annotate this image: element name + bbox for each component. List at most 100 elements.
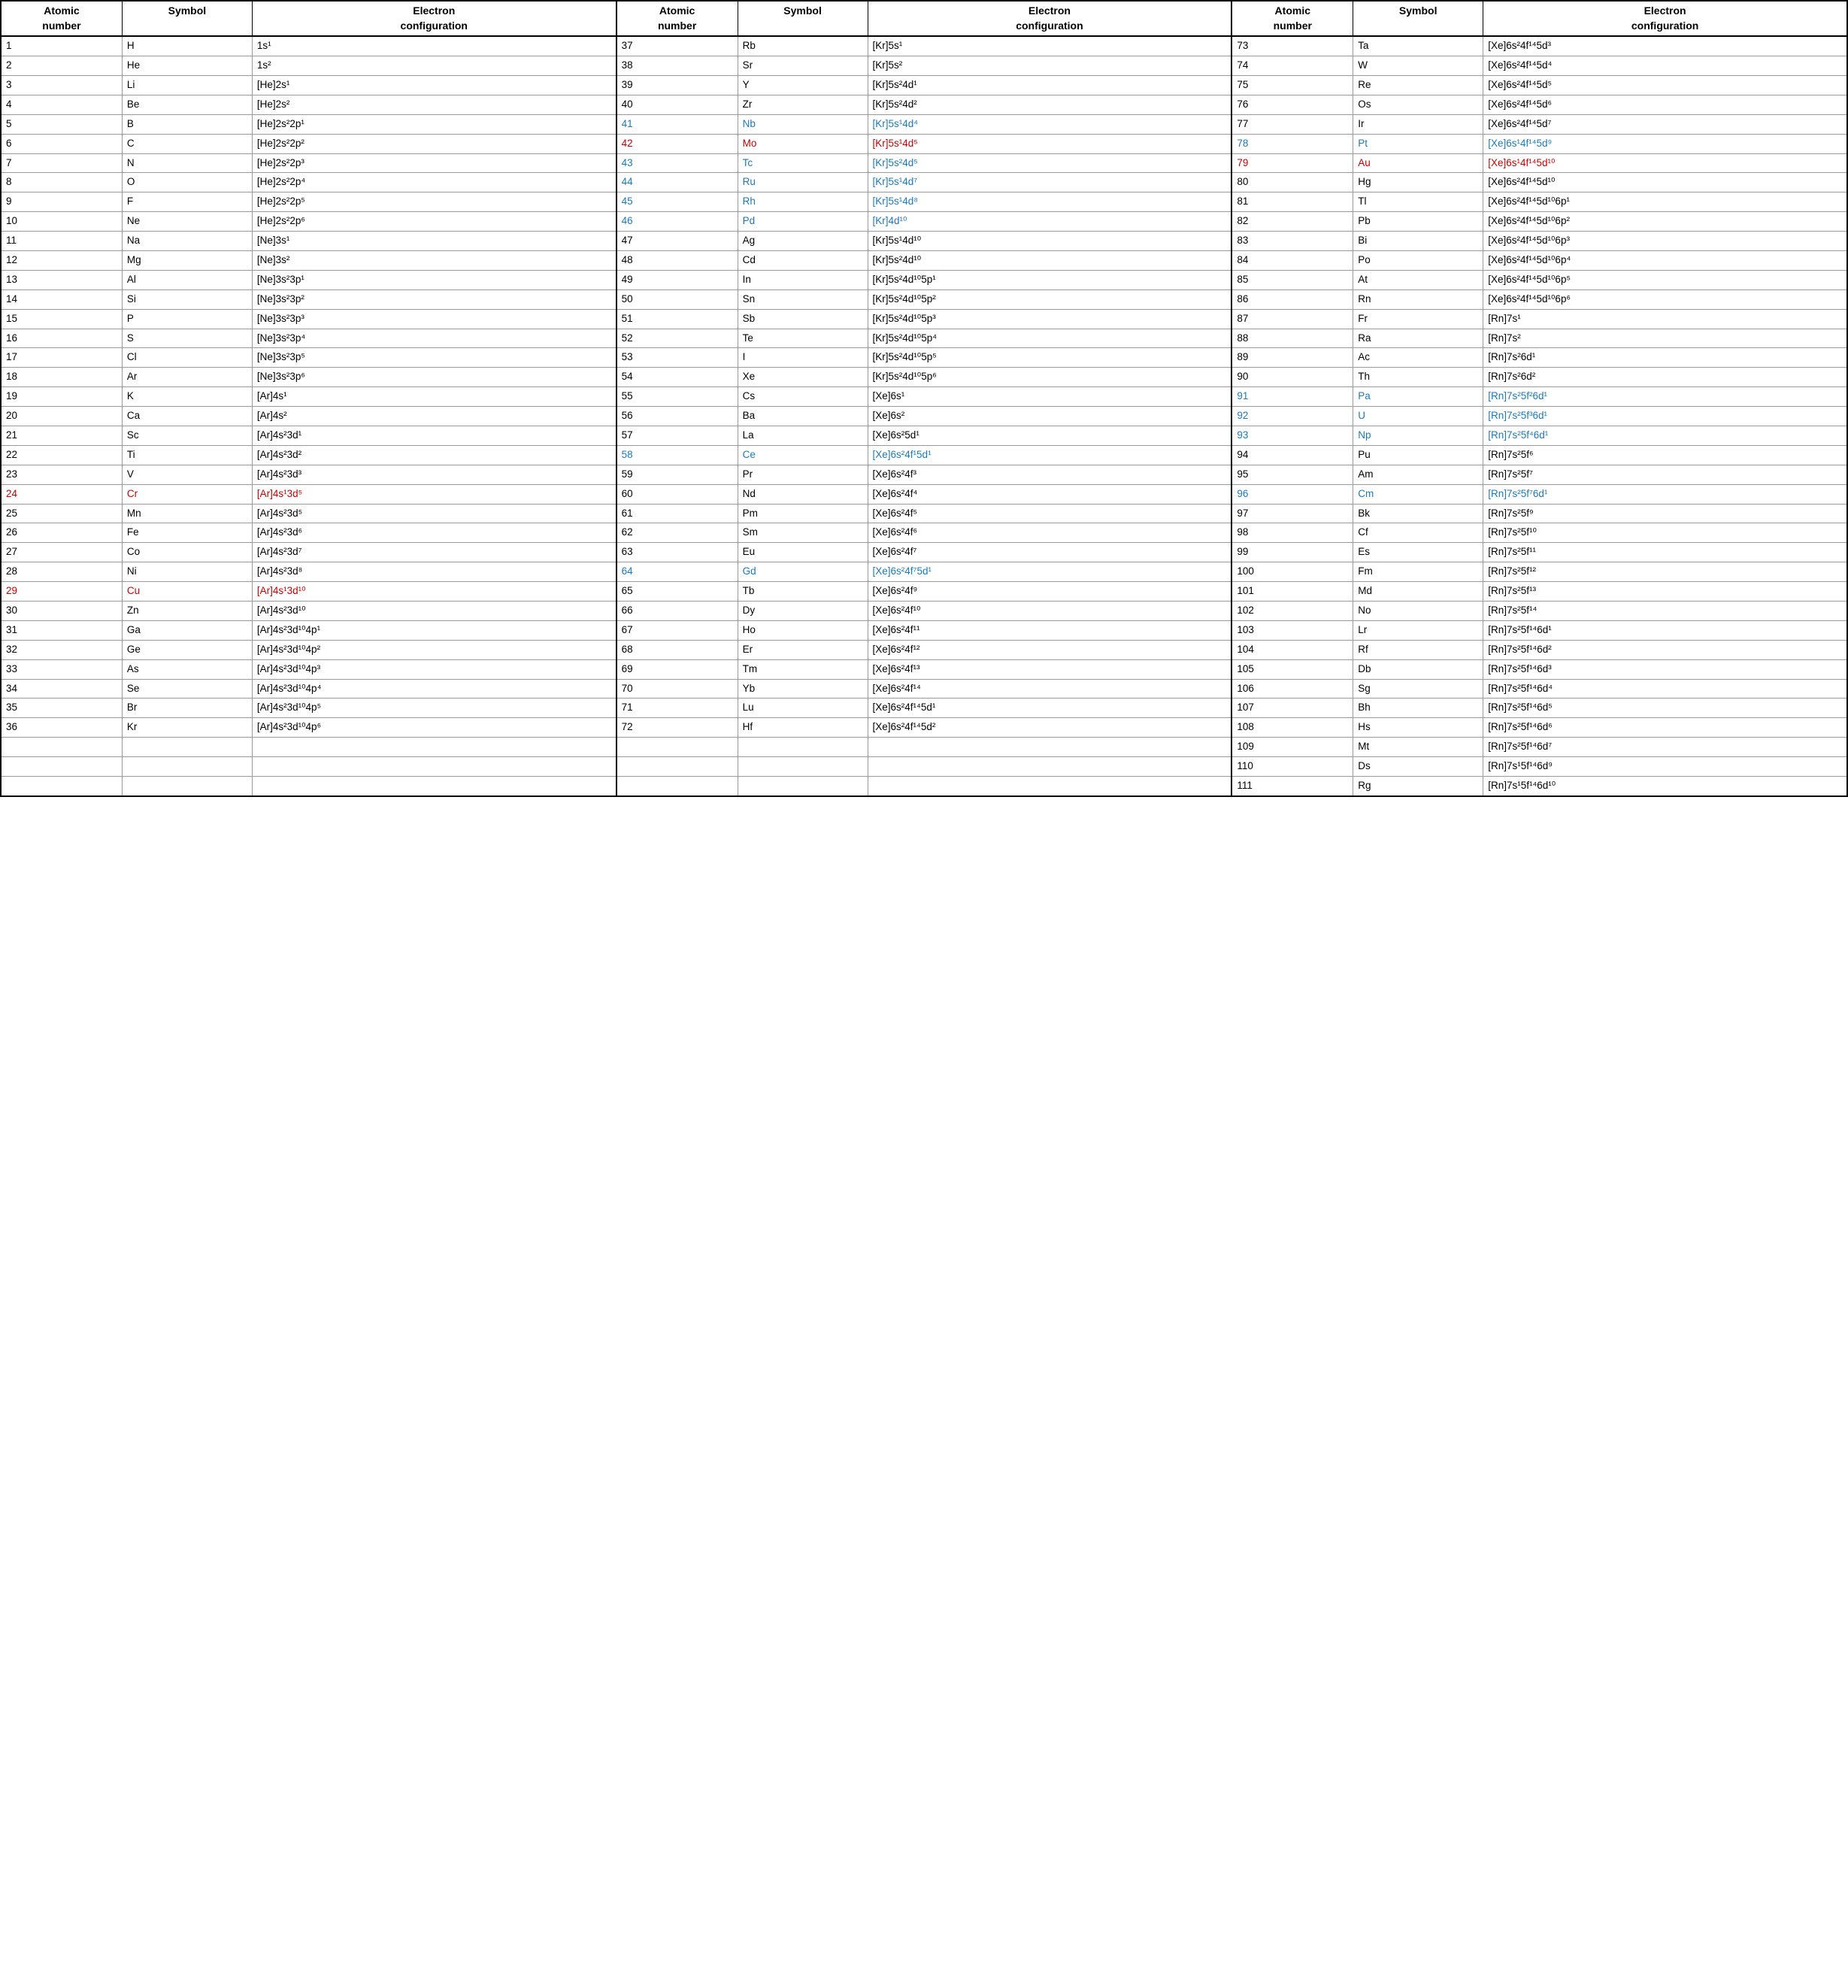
- symbol-3: Mt: [1353, 738, 1483, 757]
- atomic-num-2: 52: [617, 329, 738, 348]
- symbol-1: K: [122, 387, 252, 407]
- symbol-2: Pd: [738, 212, 868, 232]
- symbol-3: At: [1353, 270, 1483, 289]
- atomic-num-2: 63: [617, 543, 738, 562]
- atomic-num-2: 58: [617, 445, 738, 465]
- symbol-3: Lr: [1353, 620, 1483, 640]
- symbol-2: Tb: [738, 582, 868, 602]
- symbol-2: [738, 757, 868, 777]
- symbol-3: Po: [1353, 250, 1483, 270]
- conf-2: [Xe]6s²4f¹5d¹: [868, 445, 1231, 465]
- col-header-atomic-1: Atomicnumber: [1, 1, 122, 36]
- table-row: 34 Se [Ar]4s²3d¹⁰4p⁴ 70 Yb [Xe]6s²4f¹⁴ 1…: [1, 679, 1847, 699]
- conf-1: [Ar]4s²3d⁷: [252, 543, 616, 562]
- table-row: 3 Li [He]2s¹ 39 Y [Kr]5s²4d¹ 75 Re [Xe]6…: [1, 75, 1847, 95]
- atomic-num-1: 11: [1, 232, 122, 251]
- symbol-3: Os: [1353, 95, 1483, 114]
- table-row: 28 Ni [Ar]4s²3d⁸ 64 Gd [Xe]6s²4f⁷5d¹ 100…: [1, 562, 1847, 582]
- conf-1: [Ne]3s¹: [252, 232, 616, 251]
- symbol-1: P: [122, 309, 252, 329]
- conf-1: [Ar]4s²3d¹⁰4p⁴: [252, 679, 616, 699]
- atomic-num-2: 71: [617, 699, 738, 718]
- symbol-1: S: [122, 329, 252, 348]
- symbol-2: Ba: [738, 407, 868, 426]
- conf-2: [Xe]6s²4f¹¹: [868, 620, 1231, 640]
- symbol-3: Cm: [1353, 484, 1483, 504]
- atomic-num-3: 76: [1231, 95, 1353, 114]
- conf-1: [Ar]4s²3d⁶: [252, 523, 616, 543]
- atomic-num-3: 92: [1231, 407, 1353, 426]
- symbol-1: F: [122, 192, 252, 212]
- conf-3: [Rn]7s²5f¹⁰: [1483, 523, 1847, 543]
- conf-1: [252, 757, 616, 777]
- table-row: 2 He 1s² 38 Sr [Kr]5s² 74 W [Xe]6s²4f¹⁴5…: [1, 56, 1847, 76]
- conf-1: [He]2s²2p⁶: [252, 212, 616, 232]
- symbol-1: Co: [122, 543, 252, 562]
- atomic-num-3: 93: [1231, 426, 1353, 446]
- atomic-num-3: 82: [1231, 212, 1353, 232]
- atomic-num-3: 95: [1231, 465, 1353, 484]
- atomic-num-1: 28: [1, 562, 122, 582]
- conf-2: [Kr]5s²4d¹⁰: [868, 250, 1231, 270]
- symbol-1: Cl: [122, 348, 252, 368]
- atomic-num-1: 10: [1, 212, 122, 232]
- symbol-3: Es: [1353, 543, 1483, 562]
- atomic-num-1: 7: [1, 153, 122, 173]
- atomic-num-1: 33: [1, 659, 122, 679]
- conf-3: [Xe]6s²4f¹⁴5d⁵: [1483, 75, 1847, 95]
- atomic-num-3: 99: [1231, 543, 1353, 562]
- conf-1: [Ar]4s²3d⁸: [252, 562, 616, 582]
- conf-2: [Kr]5s¹4d⁴: [868, 114, 1231, 134]
- symbol-2: Mo: [738, 134, 868, 153]
- conf-2: [Kr]5s²4d¹⁰5p⁶: [868, 368, 1231, 387]
- atomic-num-3: 102: [1231, 602, 1353, 621]
- symbol-3: No: [1353, 602, 1483, 621]
- conf-1: [Ne]3s²: [252, 250, 616, 270]
- symbol-3: Pt: [1353, 134, 1483, 153]
- conf-3: [Rn]7s²5f¹⁴6d¹: [1483, 620, 1847, 640]
- atomic-num-2: [617, 757, 738, 777]
- table-row: 110 Ds [Rn]7s¹5f¹⁴6d⁹: [1, 757, 1847, 777]
- conf-3: [Rn]7s²5f¹⁴: [1483, 602, 1847, 621]
- table-row: 109 Mt [Rn]7s²5f¹⁴6d⁷: [1, 738, 1847, 757]
- atomic-num-3: 74: [1231, 56, 1353, 76]
- conf-3: [Xe]6s²4f¹⁴5d⁴: [1483, 56, 1847, 76]
- table-row: 14 Si [Ne]3s²3p² 50 Sn [Kr]5s²4d¹⁰5p² 86…: [1, 289, 1847, 309]
- symbol-3: Hg: [1353, 173, 1483, 192]
- atomic-num-1: 23: [1, 465, 122, 484]
- symbol-2: Eu: [738, 543, 868, 562]
- atomic-num-2: 61: [617, 504, 738, 523]
- conf-1: [Ar]4s¹: [252, 387, 616, 407]
- symbol-2: Yb: [738, 679, 868, 699]
- symbol-1: Li: [122, 75, 252, 95]
- conf-1: [Ne]3s²3p⁵: [252, 348, 616, 368]
- atomic-num-2: 48: [617, 250, 738, 270]
- symbol-1: Cr: [122, 484, 252, 504]
- conf-2: [Kr]5s¹: [868, 36, 1231, 56]
- conf-3: [Rn]7s²5f²6d¹: [1483, 387, 1847, 407]
- atomic-num-1: 2: [1, 56, 122, 76]
- conf-1: 1s¹: [252, 36, 616, 56]
- atomic-num-2: 54: [617, 368, 738, 387]
- atomic-num-2: 62: [617, 523, 738, 543]
- conf-2: [Kr]5s²4d¹⁰5p³: [868, 309, 1231, 329]
- conf-1: [He]2s¹: [252, 75, 616, 95]
- conf-1: [Ar]4s²3d¹⁰4p³: [252, 659, 616, 679]
- symbol-1: [122, 738, 252, 757]
- symbol-3: Pa: [1353, 387, 1483, 407]
- symbol-2: Rb: [738, 36, 868, 56]
- conf-1: [Ne]3s²3p¹: [252, 270, 616, 289]
- symbol-3: Tl: [1353, 192, 1483, 212]
- symbol-1: Mg: [122, 250, 252, 270]
- atomic-num-1: 36: [1, 718, 122, 738]
- atomic-num-2: 43: [617, 153, 738, 173]
- symbol-3: Ds: [1353, 757, 1483, 777]
- conf-3: [Rn]7s²5f¹²: [1483, 562, 1847, 582]
- conf-3: [Rn]7s²5f³6d¹: [1483, 407, 1847, 426]
- table-row: 5 B [He]2s²2p¹ 41 Nb [Kr]5s¹4d⁴ 77 Ir [X…: [1, 114, 1847, 134]
- atomic-num-1: 27: [1, 543, 122, 562]
- symbol-1: Kr: [122, 718, 252, 738]
- symbol-3: Md: [1353, 582, 1483, 602]
- symbol-1: Be: [122, 95, 252, 114]
- conf-3: [Rn]7s²5f¹⁴6d⁷: [1483, 738, 1847, 757]
